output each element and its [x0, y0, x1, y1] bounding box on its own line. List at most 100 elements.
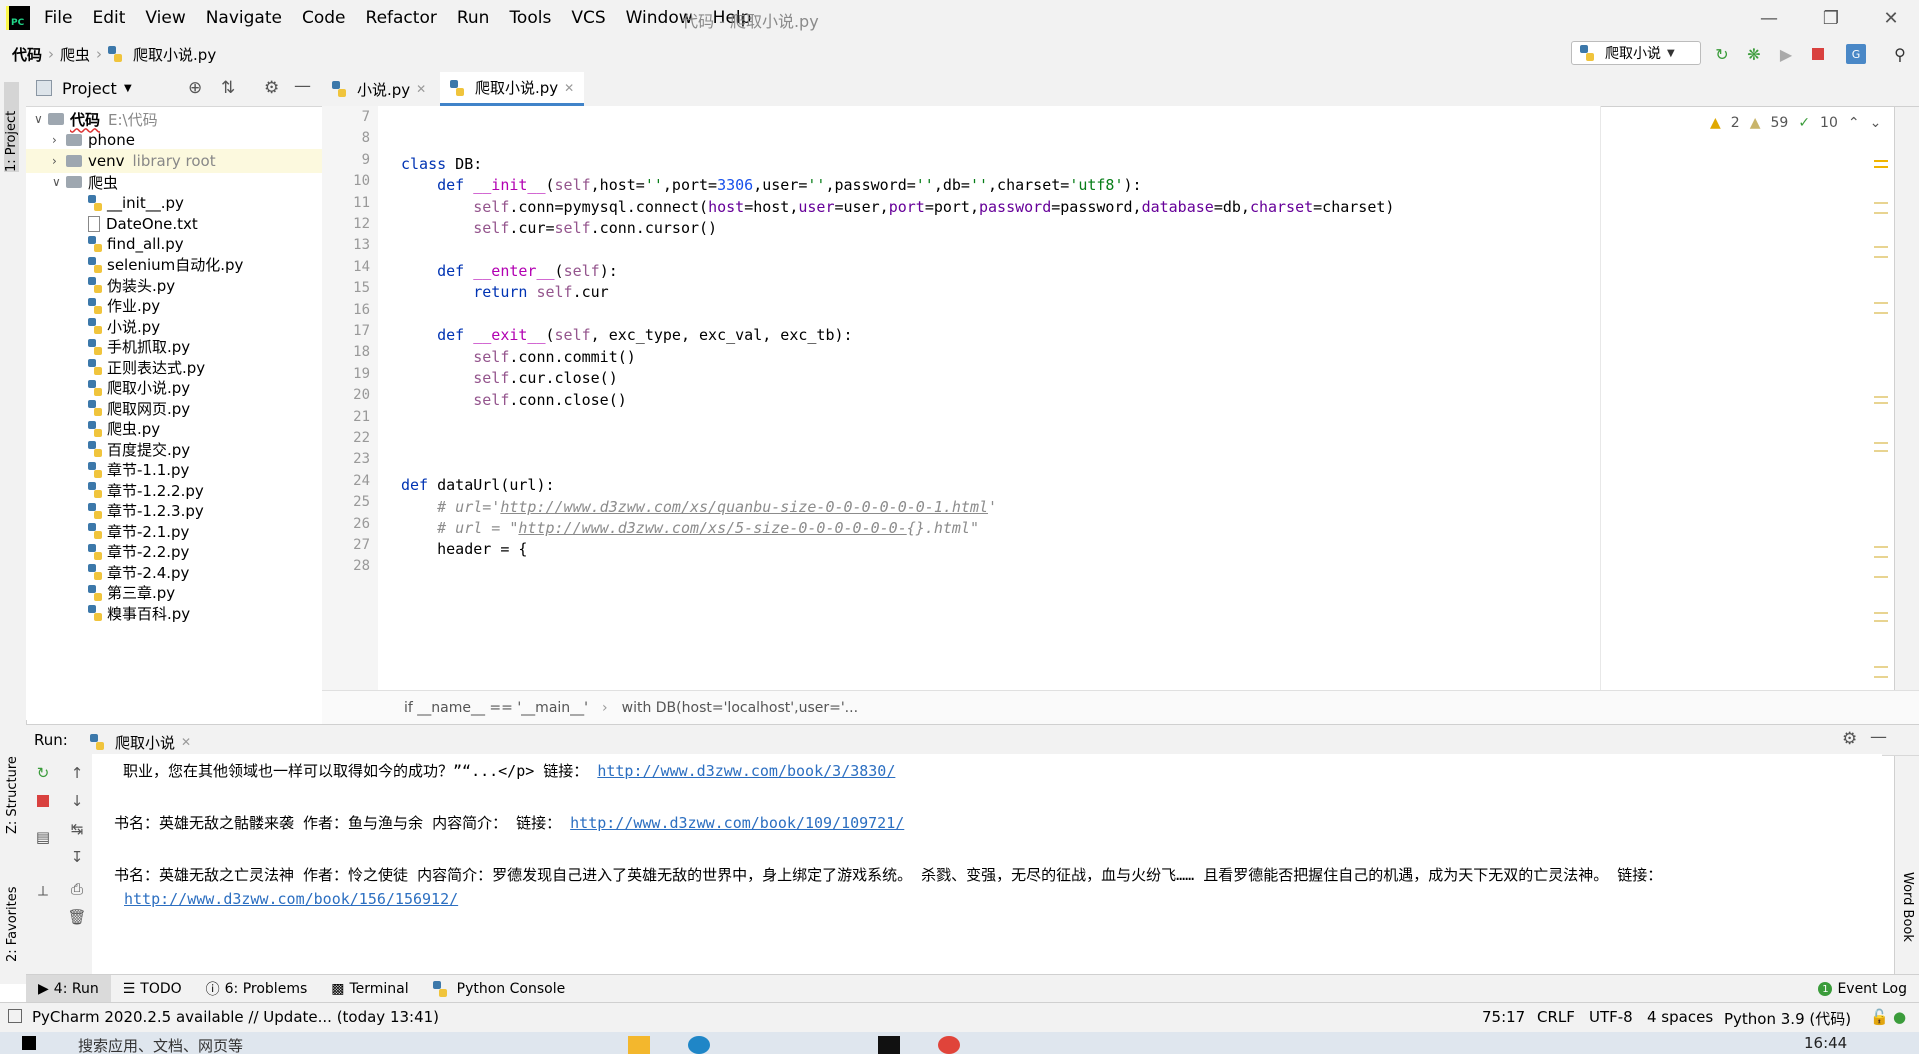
console-line: http://www.d3zww.com/book/156/156912/: [124, 890, 458, 908]
chrome-icon[interactable]: [938, 1036, 960, 1054]
run-tool-button[interactable]: ▶ 4: Run: [26, 975, 111, 1003]
coverage-icon[interactable]: ▶: [1776, 44, 1796, 64]
line-number: 17: [353, 323, 370, 339]
project-view-title[interactable]: Project: [62, 79, 117, 98]
locate-icon[interactable]: ⊕: [188, 78, 202, 98]
console-link[interactable]: http://www.d3zww.com/book/156/156912/: [124, 890, 458, 908]
up-arrow-icon[interactable]: ↑: [66, 762, 88, 784]
collapse-all-icon[interactable]: ⇅: [221, 78, 235, 98]
tree-item-label: 爬虫: [88, 173, 119, 192]
stop-icon[interactable]: [1808, 44, 1828, 64]
menu-file[interactable]: File: [42, 8, 74, 28]
print-icon[interactable]: ⎙: [66, 878, 88, 900]
edge-icon[interactable]: [688, 1036, 710, 1054]
file-encoding[interactable]: UTF-8: [1589, 1008, 1633, 1026]
hide-icon[interactable]: —: [294, 76, 311, 96]
rerun-icon[interactable]: ↻: [1712, 44, 1732, 64]
line-number: 28: [353, 558, 370, 575]
left-tool-strip: 1: Project Z: Structure 2: Favorites: [0, 72, 27, 984]
tree-root-name: 代码: [70, 110, 101, 129]
tab-xiaoshuo[interactable]: 小说.py ✕: [322, 72, 436, 106]
menu-tools[interactable]: Tools: [507, 8, 553, 28]
indent-setting[interactable]: 4 spaces: [1647, 1008, 1713, 1026]
hide-icon[interactable]: —: [1870, 727, 1887, 747]
inspector-icon[interactable]: ●: [1893, 1008, 1906, 1026]
run-tab[interactable]: 爬取小说 ✕: [90, 730, 192, 756]
menu-run[interactable]: Run: [455, 8, 492, 28]
code-crumb[interactable]: if __name__ == '__main__': [404, 700, 588, 716]
update-message[interactable]: PyCharm 2020.2.5 available // Update... …: [32, 1008, 439, 1026]
crumb-project[interactable]: 代码: [12, 44, 42, 65]
event-log-button[interactable]: 1 Event Log: [1806, 975, 1919, 1003]
error-stripe[interactable]: [1870, 106, 1890, 690]
pin-icon[interactable]: ⟂: [32, 880, 54, 902]
chevron-up-icon[interactable]: ⌃: [1848, 115, 1860, 131]
line-number: 9: [361, 151, 370, 168]
menu-view[interactable]: View: [143, 8, 187, 28]
taskbar-search[interactable]: 搜索应用、文档、网页等: [78, 1035, 243, 1056]
editor-tabs: 小说.py ✕ 爬取小说.py ✕: [322, 72, 1919, 107]
windows-start-icon[interactable]: [22, 1036, 36, 1050]
stop-icon[interactable]: [32, 790, 54, 812]
crumb-folder[interactable]: 爬虫: [60, 44, 90, 65]
run-console[interactable]: 职业，您在其他领域也一样可以取得如今的成功？”“...</p> 链接： http…: [92, 754, 1882, 974]
down-arrow-icon[interactable]: ↓: [66, 790, 88, 812]
chevron-down-icon: ∨: [34, 112, 43, 126]
close-window-icon[interactable]: ✕: [1863, 0, 1919, 36]
console-link[interactable]: http://www.d3zww.com/book/109/109721/: [570, 814, 904, 832]
minimize-icon[interactable]: —: [1741, 0, 1797, 36]
line-number: 23: [353, 451, 370, 468]
line-number: 18: [353, 344, 370, 361]
menu-vcs[interactable]: VCS: [569, 8, 607, 28]
line-number: 20: [353, 387, 370, 404]
debug-icon[interactable]: ❋: [1744, 44, 1764, 64]
favorites-tool-button[interactable]: 2: Favorites: [5, 862, 20, 962]
chevron-down-icon[interactable]: ▼: [124, 83, 132, 94]
run-config-select[interactable]: 爬取小说 ▼: [1571, 41, 1701, 65]
python-interpreter[interactable]: Python 3.9 (代码): [1724, 1008, 1851, 1029]
crumb-file[interactable]: 爬取小说.py: [133, 44, 216, 65]
layout-icon[interactable]: [8, 1009, 22, 1023]
file-explorer-icon[interactable]: [628, 1036, 650, 1054]
tab-paqu-xiaoshuo[interactable]: 爬取小说.py ✕: [440, 72, 585, 106]
word-book-tool-button[interactable]: Word Book: [1900, 872, 1915, 942]
console-link[interactable]: http://www.d3zww.com/book/3/3830/: [597, 762, 895, 780]
code-crumb[interactable]: with DB(host='localhost',user='...: [622, 700, 858, 716]
restore-layout-icon[interactable]: ▤: [32, 826, 54, 848]
scroll-to-end-icon[interactable]: ↧: [66, 846, 88, 868]
menu-code[interactable]: Code: [300, 8, 348, 28]
code-editor[interactable]: class DB: def __init__(self,host='',port…: [378, 106, 1600, 690]
restore-icon[interactable]: ❐: [1803, 0, 1859, 36]
caret-position[interactable]: 75:17: [1482, 1008, 1525, 1026]
menu-refactor[interactable]: Refactor: [364, 8, 439, 28]
rerun-icon[interactable]: ↻: [32, 762, 54, 784]
tree-item-file[interactable]: 糗事百科.py: [26, 601, 190, 625]
lock-icon[interactable]: 🔓: [1870, 1008, 1889, 1026]
pycharm-taskbar-icon[interactable]: [878, 1036, 900, 1054]
inspection-widget[interactable]: ▲ 2 ▲ 59 ✓ 10 ⌃ ⌄: [1710, 112, 1881, 134]
line-separator[interactable]: CRLF: [1537, 1008, 1575, 1026]
menu-navigate[interactable]: Navigate: [204, 8, 284, 28]
search-icon[interactable]: ⚲: [1890, 44, 1910, 64]
close-icon[interactable]: ✕: [564, 81, 574, 95]
close-icon[interactable]: ✕: [181, 735, 191, 749]
code-line: self.cur=self.conn.cursor(): [473, 219, 718, 237]
terminal-tool-button[interactable]: ▩ Terminal: [319, 975, 420, 1003]
trash-icon[interactable]: 🗑: [66, 906, 88, 928]
folder-icon: [66, 176, 82, 188]
gear-icon[interactable]: ⚙: [264, 78, 279, 98]
gear-icon[interactable]: ⚙: [1842, 729, 1857, 749]
code-line: def dataUrl(url):: [401, 476, 555, 494]
menu-edit[interactable]: Edit: [90, 8, 127, 28]
tab-label: 爬取小说.py: [475, 79, 559, 97]
close-icon[interactable]: ✕: [416, 82, 426, 96]
python-console-tool-button[interactable]: Python Console: [421, 975, 578, 1003]
line-number: 15: [353, 280, 370, 297]
problems-tool-button[interactable]: ⓘ 6: Problems: [194, 975, 320, 1003]
project-tool-button[interactable]: 1: Project: [4, 82, 19, 172]
soft-wrap-icon[interactable]: ↹: [66, 818, 88, 840]
todo-tool-button[interactable]: ☰ TODO: [111, 975, 194, 1003]
structure-tool-button[interactable]: Z: Structure: [5, 744, 20, 834]
translate-icon[interactable]: G: [1846, 44, 1866, 64]
chevron-down-icon: ▼: [1667, 47, 1675, 59]
